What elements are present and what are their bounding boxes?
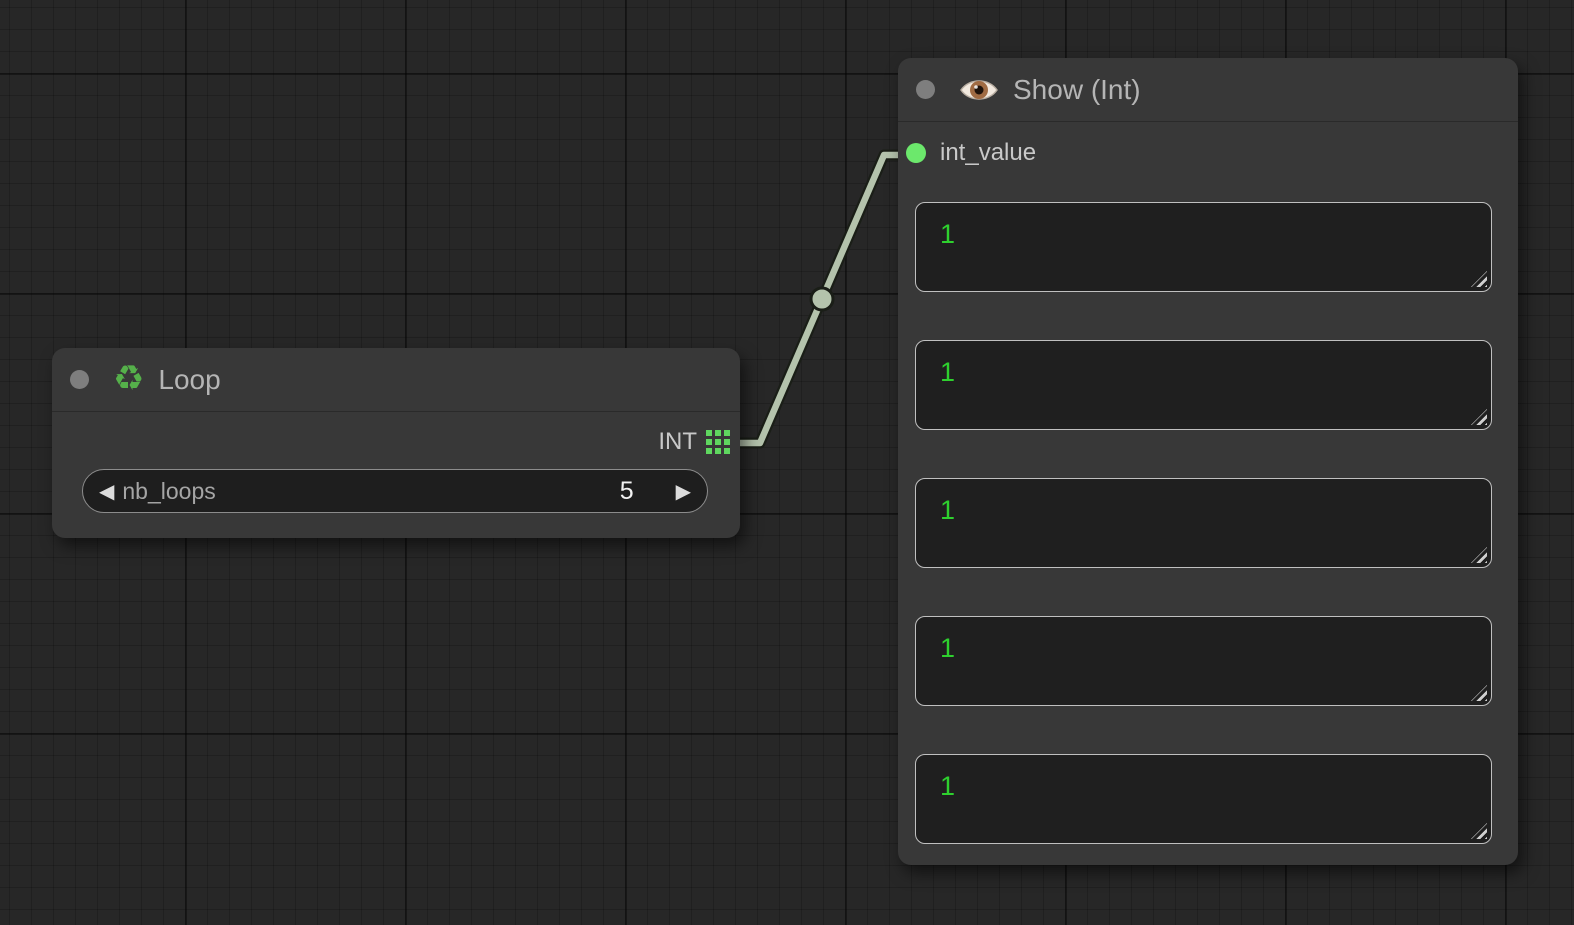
collapse-dot[interactable]	[916, 80, 935, 99]
value-textarea[interactable]: 1	[915, 478, 1492, 568]
resize-grip-icon[interactable]	[1471, 409, 1487, 425]
int-value-input-socket[interactable]	[906, 143, 926, 163]
input-row: int_value	[906, 138, 1036, 168]
link-midpoint-dot[interactable]	[811, 288, 833, 310]
eye-glyph	[959, 75, 999, 105]
value-textarea[interactable]: 1	[915, 754, 1492, 844]
resize-grip-icon[interactable]	[1471, 547, 1487, 563]
node-editor-canvas[interactable]: ♻ Loop INT ◀ nb_loops 5 ▶	[0, 0, 1574, 925]
resize-grip-icon[interactable]	[1471, 823, 1487, 839]
value-textarea[interactable]: 1	[915, 340, 1492, 430]
nb-loops-widget[interactable]: ◀ nb_loops 5 ▶	[82, 469, 708, 513]
resize-grip-icon[interactable]	[1471, 271, 1487, 287]
int-value-list: 1 1 1 1 1	[915, 202, 1492, 844]
collapse-dot[interactable]	[70, 370, 89, 389]
recycle-icon: ♻	[113, 362, 144, 397]
node-title: Loop	[158, 364, 220, 396]
node-loop[interactable]: ♻ Loop INT ◀ nb_loops 5 ▶	[52, 348, 740, 538]
value-textarea[interactable]: 1	[915, 202, 1492, 292]
node-show-header[interactable]: Show (Int)	[898, 58, 1518, 122]
int-output-socket[interactable]	[706, 430, 730, 454]
eye-icon	[959, 75, 999, 105]
widget-label: nb_loops	[122, 478, 619, 505]
widget-value: 5	[620, 477, 634, 506]
resize-grip-icon[interactable]	[1471, 685, 1487, 701]
increment-arrow-icon[interactable]: ▶	[676, 481, 691, 501]
value-textarea[interactable]: 1	[915, 616, 1492, 706]
output-label: INT	[658, 428, 697, 456]
grid-socket-icon	[706, 430, 730, 454]
output-row: INT	[52, 425, 730, 459]
node-title: Show (Int)	[1013, 74, 1141, 106]
recycle-glyph: ♻	[113, 362, 144, 397]
node-loop-header[interactable]: ♻ Loop	[52, 348, 740, 412]
decrement-arrow-icon[interactable]: ◀	[99, 481, 114, 501]
input-label: int_value	[940, 139, 1036, 167]
node-show-int[interactable]: Show (Int) int_value 1 1 1 1 1	[898, 58, 1518, 865]
